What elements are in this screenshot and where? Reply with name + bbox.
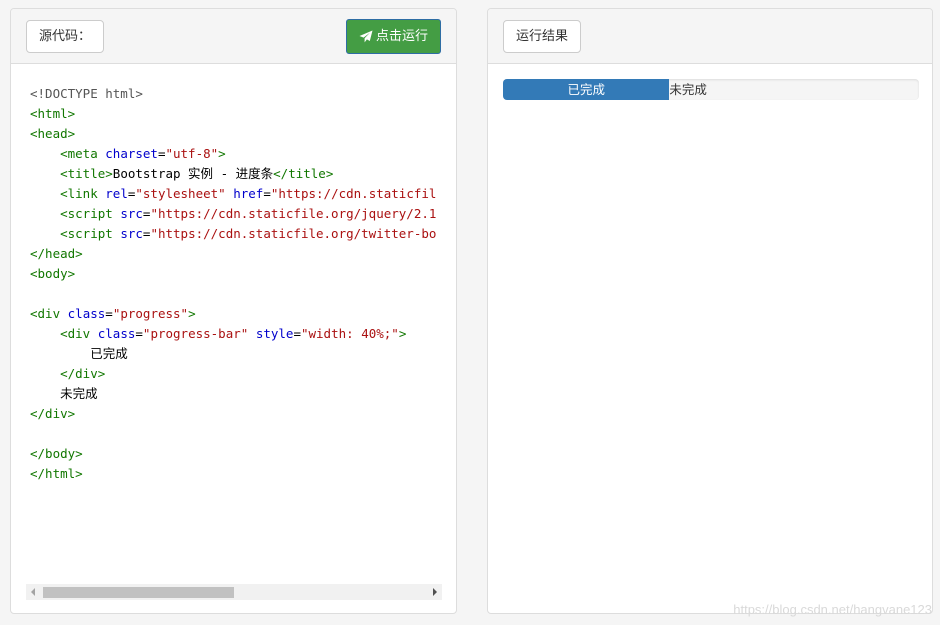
result-panel: 运行结果 已完成 未完成 [487, 8, 933, 614]
code-line: </div> [30, 404, 450, 424]
source-code-button[interactable]: 源代码： [26, 20, 105, 53]
code-token: <div [30, 306, 68, 321]
watermark: https://blog.csdn.net/hangvane123 [733, 602, 932, 617]
code-token: Bootstrap 实例 - 进度条 [112, 166, 274, 181]
progress: 已完成 未完成 [503, 79, 919, 100]
code-token: "https://cdn.staticfile.org/twitter-bo [150, 226, 437, 241]
code-token: </head> [30, 246, 83, 261]
code-line: 已完成 [30, 344, 450, 364]
code-token: <script [60, 206, 121, 221]
code-token: charset [105, 146, 158, 161]
code-token: <div [60, 326, 98, 341]
code-token: = [135, 326, 143, 341]
code-token: = [105, 306, 113, 321]
code-token: "stylesheet" [135, 186, 226, 201]
code-token: "https://cdn.staticfile.org/jquery/2.1 [150, 206, 437, 221]
source-panel: 源代码： 点击运行 <!DOCTYPE html> <html> <head> <m… [10, 8, 457, 614]
code-token: class [67, 306, 106, 321]
code-line: 未完成 [30, 384, 450, 404]
run-button[interactable]: 点击运行 [345, 19, 441, 54]
code-token: rel [105, 186, 128, 201]
scroll-left-arrow-icon[interactable] [31, 588, 35, 596]
code-line: </body> [30, 444, 450, 464]
code-token: > [398, 326, 407, 341]
code-line: <div class="progress"> [30, 304, 450, 324]
code-token: 已完成 [30, 346, 128, 361]
result-panel-header: 运行结果 [488, 9, 932, 64]
paper-plane-icon [359, 30, 373, 43]
code-line: <body> [30, 264, 450, 284]
code-token: <!DOCTYPE html> [30, 86, 143, 101]
code-line: <title>Bootstrap 实例 - 进度条</title> [30, 164, 450, 184]
code-line: <div class="progress-bar" style="width: … [30, 324, 450, 344]
source-panel-header: 源代码： 点击运行 [11, 9, 456, 64]
code-line: </div> [30, 364, 450, 384]
code-token: > [218, 146, 226, 161]
horizontal-scrollbar[interactable] [26, 584, 442, 600]
code-token: src [120, 206, 143, 221]
scroll-right-arrow-icon[interactable] [433, 588, 437, 596]
code-line: </html> [30, 464, 450, 484]
code-token: <meta [60, 146, 106, 161]
code-editor[interactable]: <!DOCTYPE html> <html> <head> <meta charse… [30, 84, 450, 564]
code-token: <link [60, 186, 106, 201]
progress-rest-label: 未完成 [669, 82, 707, 97]
code-token: "progress" [112, 306, 189, 321]
code-line: <!DOCTYPE html> [30, 84, 450, 104]
code-token: > [188, 306, 196, 321]
code-token: "utf-8" [165, 146, 219, 161]
code-token: = [293, 326, 301, 341]
code-line: <head> [30, 124, 450, 144]
code-token: <script [60, 226, 121, 241]
code-token: style [255, 326, 294, 341]
code-token: "progress-bar" [142, 326, 249, 341]
code-token: </html> [30, 466, 83, 481]
code-token: </body> [30, 446, 83, 461]
scrollbar-thumb[interactable] [43, 587, 234, 598]
run-button-label: 点击运行 [375, 29, 428, 44]
result-button[interactable]: 运行结果 [503, 20, 582, 53]
code-line: <html> [30, 104, 450, 124]
code-token: <body> [30, 266, 76, 281]
code-line: <script src="https://cdn.staticfile.org/… [30, 224, 450, 244]
code-line: <link rel="stylesheet" href="https://cdn… [30, 184, 450, 204]
progress-bar: 已完成 [503, 79, 670, 100]
code-token: = [263, 186, 271, 201]
code-token: 未完成 [30, 386, 98, 401]
code-token: "width: 40%;" [300, 326, 399, 341]
code-token: </title> [273, 166, 334, 181]
code-token: </div> [60, 366, 106, 381]
code-token: class [97, 326, 136, 341]
code-token: href [233, 186, 264, 201]
code-token: src [120, 226, 143, 241]
code-token: "https://cdn.staticfil [270, 186, 437, 201]
code-token: </div> [30, 406, 76, 421]
code-line: <meta charset="utf-8"> [30, 144, 450, 164]
code-line: </head> [30, 244, 450, 264]
code-token: <head> [30, 126, 76, 141]
code-token: <html> [30, 106, 76, 121]
code-line: <script src="https://cdn.staticfile.org/… [30, 204, 450, 224]
code-token: <title> [60, 166, 113, 181]
